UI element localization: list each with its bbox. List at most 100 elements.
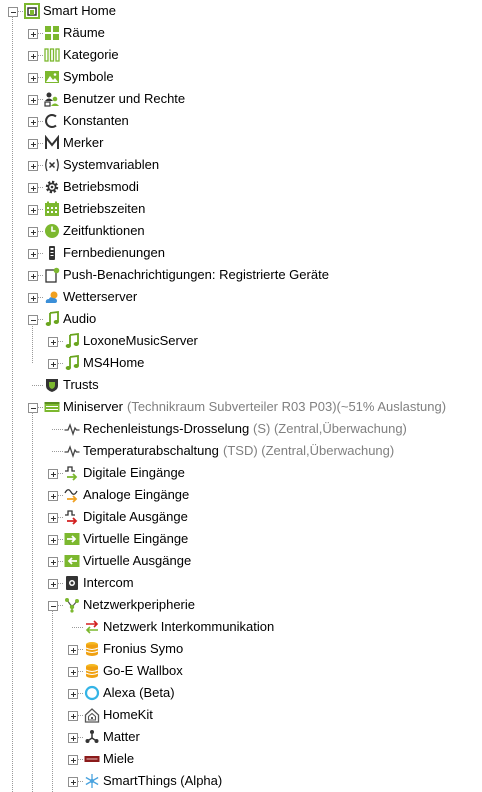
expand-toggle-icon[interactable] <box>28 249 38 259</box>
expand-toggle-icon[interactable] <box>28 139 38 149</box>
collapse-toggle-icon[interactable] <box>28 403 38 413</box>
remote-control-icon <box>44 245 60 261</box>
tree-item-label: Merker <box>63 135 104 150</box>
tree-connector-line <box>57 473 63 474</box>
tree-item-label: Smart Home <box>43 3 116 18</box>
tree-connector-line <box>77 759 83 760</box>
tree-item-label: Zeitfunktionen <box>63 223 145 238</box>
category-bars-icon <box>44 47 60 63</box>
tree-connector-line <box>37 209 43 210</box>
tree-item-label: Go-E Wallbox <box>103 663 183 678</box>
weather-icon <box>44 289 60 305</box>
tree-connector-line <box>57 363 63 364</box>
expand-toggle-icon[interactable] <box>48 359 58 369</box>
homekit-icon <box>84 707 100 723</box>
rooms-grid-icon <box>44 25 60 41</box>
expand-toggle-icon[interactable] <box>48 337 58 347</box>
tree-item-label: Betriebsmodi <box>63 179 139 194</box>
tree-connector-line <box>17 11 23 12</box>
variable-x-icon <box>44 157 60 173</box>
tree-connector-line <box>77 781 83 782</box>
tree-item-label: Benutzer und Rechte <box>63 91 186 106</box>
alexa-icon <box>84 685 100 701</box>
tree-connector-line <box>37 77 43 78</box>
expand-toggle-icon[interactable] <box>28 271 38 281</box>
tree-item-label: Matter <box>103 729 140 744</box>
expand-toggle-icon[interactable] <box>48 579 58 589</box>
tree-connector-line <box>37 297 43 298</box>
tree-connector-line <box>72 627 83 628</box>
tree-item-label: Miele <box>103 751 135 766</box>
tree-connector-line <box>77 671 83 672</box>
expand-toggle-icon[interactable] <box>28 51 38 61</box>
tree-item-label: MS4Home <box>83 355 145 370</box>
tree-item-detail: (Technikraum Subverteiler R03 P03)(~51% … <box>127 399 447 414</box>
tree-connector-line <box>57 583 63 584</box>
tree-connector-line <box>37 121 43 122</box>
tree-item-label: Fernbedienungen <box>63 245 165 260</box>
expand-toggle-icon[interactable] <box>48 491 58 501</box>
matter-icon <box>84 729 100 745</box>
users-icon <box>44 91 60 107</box>
collapse-toggle-icon[interactable] <box>48 601 58 611</box>
tree-connector-line <box>37 253 43 254</box>
expand-toggle-icon[interactable] <box>68 755 78 765</box>
pulse-icon <box>64 443 80 459</box>
tree-connector-line <box>37 143 43 144</box>
tree-connector-line <box>37 165 43 166</box>
expand-toggle-icon[interactable] <box>48 557 58 567</box>
intercom-icon <box>64 575 80 591</box>
expand-toggle-icon[interactable] <box>28 95 38 105</box>
project-tree: Smart Home Räume Kategorie Symbole Benutzer … <box>0 0 482 792</box>
tree-connector-line <box>37 407 43 408</box>
collapse-toggle-icon[interactable] <box>8 7 18 17</box>
expand-toggle-icon[interactable] <box>68 777 78 787</box>
expand-toggle-icon[interactable] <box>28 161 38 171</box>
miele-icon <box>84 751 100 767</box>
expand-toggle-icon[interactable] <box>68 733 78 743</box>
tree-connector-line <box>77 693 83 694</box>
push-notification-icon <box>44 267 60 283</box>
expand-toggle-icon[interactable] <box>28 227 38 237</box>
tree-item-label: Betriebszeiten <box>63 201 146 216</box>
expand-toggle-icon[interactable] <box>68 667 78 677</box>
smartthings-icon <box>84 773 100 789</box>
tree-item-detail: (TSD) (Zentral,Überwachung) <box>223 443 395 458</box>
expand-toggle-icon[interactable] <box>28 117 38 127</box>
expand-toggle-icon[interactable] <box>68 689 78 699</box>
music-note-icon <box>64 333 80 349</box>
expand-toggle-icon[interactable] <box>28 73 38 83</box>
tree-connector-line <box>32 412 33 792</box>
tree-item-label: Analoge Eingänge <box>83 487 190 502</box>
expand-toggle-icon[interactable] <box>48 535 58 545</box>
expand-toggle-icon[interactable] <box>28 293 38 303</box>
constant-c-icon <box>44 113 60 129</box>
expand-toggle-icon[interactable] <box>68 645 78 655</box>
expand-toggle-icon[interactable] <box>48 469 58 479</box>
tree-connector-line <box>37 55 43 56</box>
miniserver-icon <box>44 399 60 415</box>
expand-toggle-icon[interactable] <box>28 29 38 39</box>
expand-toggle-icon[interactable] <box>28 205 38 215</box>
tree-connector-line <box>37 99 43 100</box>
expand-toggle-icon[interactable] <box>28 183 38 193</box>
tree-item-label: Symbole <box>63 69 114 84</box>
tree-item-label: Konstanten <box>63 113 129 128</box>
tree-item-label: Miniserver <box>63 399 123 414</box>
analog-input-icon <box>64 487 80 503</box>
tree-connector-line <box>57 341 63 342</box>
tree-connector-line <box>57 561 63 562</box>
tree-item-label: Virtuelle Ausgänge <box>83 553 192 568</box>
collapse-toggle-icon[interactable] <box>28 315 38 325</box>
tree-item-label: Trusts <box>63 377 99 392</box>
tree-connector-line <box>52 451 63 452</box>
database-icon <box>84 641 100 657</box>
music-note-icon <box>44 311 60 327</box>
expand-toggle-icon[interactable] <box>68 711 78 721</box>
expand-toggle-icon[interactable] <box>48 513 58 523</box>
tree-item-label: Digitale Ausgänge <box>83 509 188 524</box>
shield-icon <box>44 377 60 393</box>
tree-item-label: Wetterserver <box>63 289 138 304</box>
music-note-icon <box>64 355 80 371</box>
tree-connector-line <box>32 385 43 386</box>
